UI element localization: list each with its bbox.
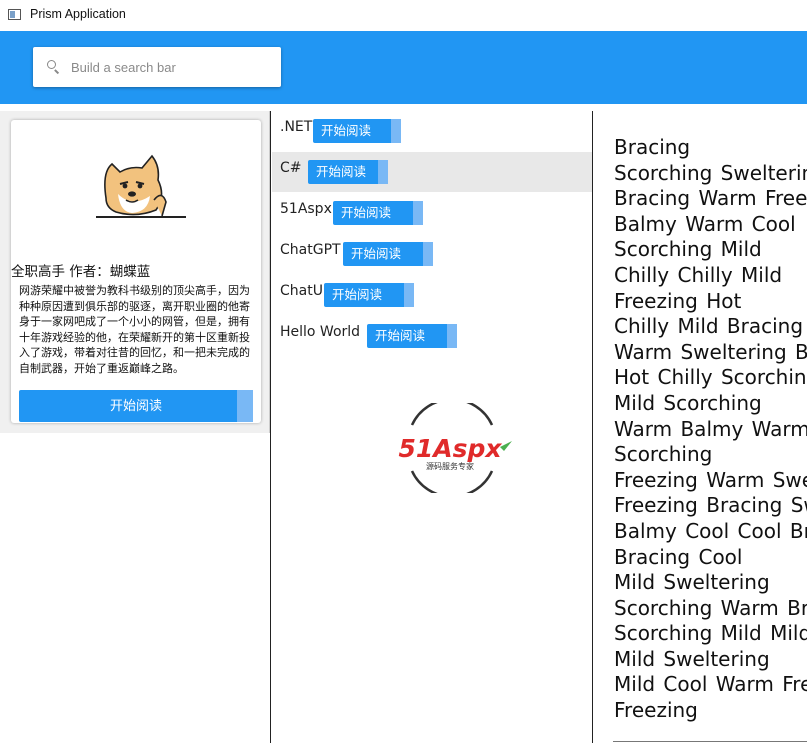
button-accent-edge: [391, 119, 401, 143]
list-read-label: 开始阅读: [341, 206, 392, 220]
list-read-button[interactable]: 开始阅读: [367, 324, 457, 348]
app-window-icon: [8, 9, 21, 20]
word-line: Bracing: [614, 135, 691, 159]
list-read-button[interactable]: 开始阅读: [333, 201, 423, 225]
logo-tagline-text: 源码服务专家: [426, 461, 474, 471]
word-line: Hot Chilly Scorching: [614, 365, 807, 390]
doge-avatar-icon: [96, 154, 186, 218]
list-item-label: .NET: [280, 119, 313, 135]
word-line: Bracing Warm Freezing: [614, 186, 807, 211]
word-line: Chilly Mild Bracing: [614, 314, 804, 339]
word-line: Mild Scorching: [614, 390, 762, 415]
button-accent-edge: [447, 324, 457, 348]
words-panel: Bracing Scorching Sweltering Bracing War…: [593, 111, 807, 743]
list-item-selected[interactable]: C# 开始阅读: [272, 152, 592, 192]
title-bar: Prism Application: [0, 0, 807, 31]
button-accent-edge: [378, 160, 388, 184]
search-icon: [47, 60, 56, 69]
list-read-label: 开始阅读: [332, 288, 383, 302]
word-line: Freezing Warm Sweltering: [614, 467, 807, 492]
list-item[interactable]: .NET 开始阅读: [272, 111, 592, 151]
word-line: Freezing: [614, 698, 698, 723]
word-line: Warm Balmy Warm: [614, 416, 807, 441]
word-line: Mild Sweltering: [614, 570, 770, 595]
word-line: Balmy Cool Cool Bracing: [614, 518, 807, 543]
list-read-button[interactable]: 开始阅读: [308, 160, 388, 184]
button-accent-edge: [423, 242, 433, 266]
button-accent-edge: [413, 201, 423, 225]
word-line: Freezing Hot: [614, 288, 742, 313]
logo-51aspx: 51Aspx 源码服务专家: [398, 403, 512, 493]
window-title: Prism Application: [30, 7, 126, 21]
header-bar: [0, 31, 807, 104]
start-reading-label: 开始阅读: [109, 398, 162, 413]
word-line: Scorching Mild Mild: [614, 621, 807, 646]
divider-left: [270, 111, 271, 743]
word-line: Chilly Chilly Mild: [614, 262, 783, 287]
search-box[interactable]: [33, 47, 281, 87]
button-accent-edge: [237, 390, 253, 422]
list-item-label: Hello World: [280, 324, 361, 340]
list-item[interactable]: Hello World 开始阅读: [272, 316, 592, 356]
logo-brand-text: 51Aspx: [398, 434, 502, 463]
word-list: Bracing Scorching Sweltering Bracing War…: [614, 135, 807, 724]
bottom-rule: [613, 741, 807, 742]
list-read-button[interactable]: 开始阅读: [343, 242, 433, 266]
start-reading-button[interactable]: 开始阅读: [19, 390, 253, 422]
list-read-label: 开始阅读: [375, 329, 426, 343]
book-description: 网游荣耀中被誉为教科书级别的顶尖高手，因为种种原因遭到俱乐部的驱逐，离开职业圈的…: [19, 284, 250, 375]
book-panel: 全职高手 作者：蝴蝶蓝 网游荣耀中被誉为教科书级别的顶尖高手，因为种种原因遭到俱…: [0, 111, 270, 433]
list-read-label: 开始阅读: [351, 247, 402, 261]
list-item[interactable]: ChatGPT 开始阅读: [272, 234, 592, 274]
book-title-author: 全职高手 作者：蝴蝶蓝: [11, 264, 151, 280]
book-card: 全职高手 作者：蝴蝶蓝 网游荣耀中被誉为教科书级别的顶尖高手，因为种种原因遭到俱…: [11, 120, 261, 423]
list-read-button[interactable]: 开始阅读: [324, 283, 414, 307]
word-line: Mild Cool Warm Freezing: [614, 672, 807, 697]
list-item-label: C#: [280, 160, 302, 176]
list-item[interactable]: ChatUI 开始阅读: [272, 275, 592, 315]
word-line: Scorching Warm Bracing: [614, 595, 807, 620]
word-line: Scorching Sweltering: [614, 160, 807, 185]
list-read-label: 开始阅读: [316, 165, 367, 179]
word-line: Scorching: [614, 442, 713, 467]
word-line: Mild Sweltering: [614, 646, 770, 671]
list-read-button[interactable]: 开始阅读: [313, 119, 401, 143]
word-line: Freezing Bracing Sweltering: [614, 493, 807, 518]
list-item[interactable]: 51Aspx 开始阅读: [272, 193, 592, 233]
word-line: Bracing Cool: [614, 544, 743, 569]
list-item-label: ChatGPT: [280, 242, 341, 258]
search-input[interactable]: [71, 47, 271, 87]
button-accent-edge: [404, 283, 414, 307]
list-read-label: 开始阅读: [321, 124, 372, 138]
list-item-label: 51Aspx: [280, 201, 332, 217]
word-line: Scorching Mild: [614, 237, 762, 262]
word-line: Balmy Warm Cool: [614, 211, 796, 236]
list-item-label: ChatUI: [280, 283, 328, 299]
word-line: Warm Sweltering Balmy: [614, 339, 807, 364]
